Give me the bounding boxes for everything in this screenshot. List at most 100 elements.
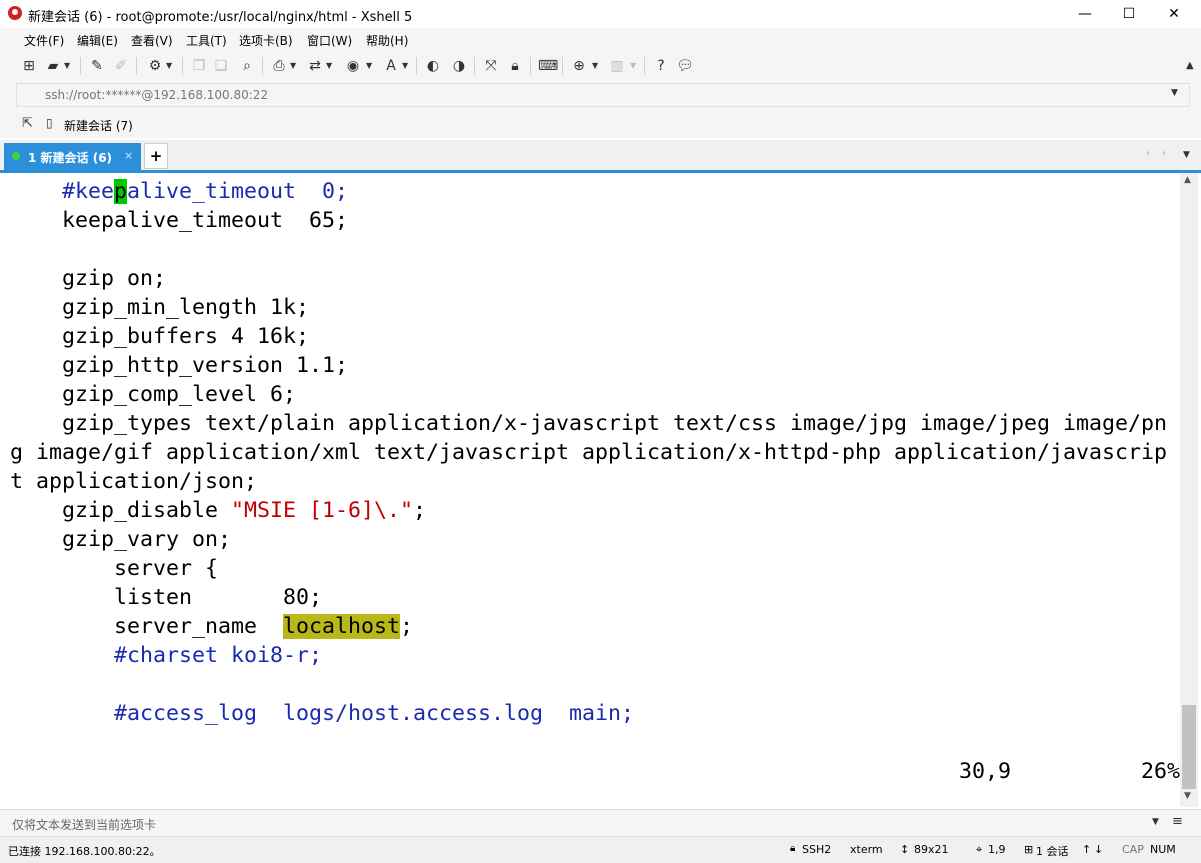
terminal-line: listen 80; xyxy=(10,583,322,612)
address-field[interactable]: ssh://root:******@192.168.100.80:22 ▼ xyxy=(16,83,1190,107)
globe-icon[interactable]: ◉ xyxy=(344,57,362,75)
compose-input[interactable]: 仅将文本发送到当前选项卡 xyxy=(12,816,156,833)
toolbar-separator xyxy=(136,57,137,75)
sessions-icon: ⊞ xyxy=(1024,843,1034,856)
fullscreen-icon[interactable]: ⤧ xyxy=(482,57,500,75)
chevron-down-icon[interactable]: ↓ xyxy=(1094,843,1103,856)
font-icon[interactable]: A xyxy=(382,57,400,75)
terminal-text: gzip_min_length 1k; xyxy=(10,295,310,320)
tab-bar xyxy=(0,140,1201,170)
status-bar: 已连接 192.168.100.80:22。 🔒︎ SSH2 xterm ↕ 8… xyxy=(0,836,1201,863)
toolbar-separator xyxy=(262,57,263,75)
chevron-down-icon[interactable]: ▼ xyxy=(402,57,408,75)
terminal-size-label: 89x21 xyxy=(914,843,949,856)
address-value: ssh://root:******@192.168.100.80:22 xyxy=(45,88,269,102)
terminal-line: 30,9 26% xyxy=(10,757,1180,786)
xshell-logo-icon xyxy=(8,6,22,20)
connection-status: 已连接 192.168.100.80:22。 xyxy=(8,845,161,858)
scroll-down-icon[interactable]: ▼ xyxy=(1184,791,1191,801)
lock-icon[interactable]: 🔒︎ xyxy=(506,57,524,75)
close-button[interactable]: ✕ xyxy=(1151,0,1197,28)
lock-icon: 🔒︎ xyxy=(790,843,796,854)
add-tab-button[interactable]: + xyxy=(144,143,168,169)
terminal-line: t application/json; xyxy=(10,467,257,496)
tab-close-icon[interactable]: × xyxy=(124,149,133,162)
chevron-up-icon[interactable]: ↑ xyxy=(1082,843,1091,856)
add-icon[interactable]: ⊕ xyxy=(570,57,588,75)
terminal-text: ; xyxy=(400,614,414,639)
scroll-up-icon[interactable]: ▲ xyxy=(1184,175,1191,185)
xshell-icon[interactable]: ◑ xyxy=(450,57,468,75)
session-link[interactable]: 新建会话 (7) xyxy=(64,117,133,134)
copy-icon[interactable]: ❐ xyxy=(190,57,208,75)
terminal-line: g image/gif application/xml text/javascr… xyxy=(10,438,1167,467)
terminal-text: gzip on; xyxy=(10,266,167,291)
new-session-icon[interactable]: ⊞ xyxy=(20,57,38,75)
terminal-text: gzip_http_version 1.1; xyxy=(10,353,349,378)
toolbar-overflow-icon[interactable]: ▲ xyxy=(1186,57,1194,75)
menu-view[interactable]: 查看(V) xyxy=(131,32,173,49)
menu-tabs[interactable]: 选项卡(B) xyxy=(239,32,293,49)
minimize-button[interactable]: — xyxy=(1062,0,1108,28)
terminal-text: #kee xyxy=(62,179,115,204)
session-arrow-icon[interactable]: ⇱ xyxy=(22,116,33,131)
chevron-down-icon[interactable]: ▼ xyxy=(1183,150,1190,160)
xftp-icon[interactable]: ◐ xyxy=(424,57,442,75)
menu-file[interactable]: 文件(F) xyxy=(24,32,64,49)
tab-scroll-right-icon[interactable]: › xyxy=(1162,148,1166,159)
chevron-down-icon[interactable]: ▼ xyxy=(64,57,70,75)
compose-menu-icon[interactable]: ≡ xyxy=(1172,814,1183,829)
toolbar-separator xyxy=(416,57,417,75)
menu-help[interactable]: 帮助(H) xyxy=(366,32,408,49)
terminal-line: gzip_types text/plain application/x-java… xyxy=(10,409,1167,438)
help-icon[interactable]: ? xyxy=(652,57,670,75)
terminal-line: gzip on; xyxy=(10,264,166,293)
session-bar: ⇱ ▯ 新建会话 (7) xyxy=(0,110,1201,138)
menu-tools[interactable]: 工具(T) xyxy=(186,32,227,49)
connect-icon[interactable]: ✎ xyxy=(88,57,106,75)
connection-status-icon xyxy=(12,152,20,160)
find-icon[interactable]: ⌕ xyxy=(238,57,256,75)
disconnect-icon[interactable]: ✐ xyxy=(112,57,130,75)
chevron-down-icon[interactable]: ▼ xyxy=(592,57,598,75)
chevron-down-icon[interactable]: ▼ xyxy=(290,57,296,75)
layout-icon[interactable]: ▥ xyxy=(608,57,626,75)
terminal-text: alive_timeout 0; xyxy=(127,179,349,204)
chevron-down-icon[interactable]: ▼ xyxy=(1152,817,1159,827)
terminal-type-label: xterm xyxy=(850,843,883,856)
search-highlight: localhost xyxy=(283,614,401,639)
tab-label: 1 新建会话 (6) xyxy=(28,151,113,165)
bookmark-icon[interactable]: ▯ xyxy=(46,116,53,130)
title-bar: 新建会话 (6) - root@promote:/usr/local/nginx… xyxy=(0,0,1201,29)
terminal-text: server_name xyxy=(10,614,284,639)
chevron-down-icon[interactable]: ▼ xyxy=(326,57,332,75)
terminal-output[interactable]: #keepalive_timeout 0; keepalive_timeout … xyxy=(4,173,1180,807)
print-icon[interactable]: ⎙ xyxy=(270,57,288,75)
tab-scroll-left-icon[interactable]: ‹ xyxy=(1146,148,1150,159)
tab-session-6[interactable]: 1 新建会话 (6) × xyxy=(4,143,141,170)
terminal-text: t application/json; xyxy=(10,469,258,494)
menu-edit[interactable]: 编辑(E) xyxy=(77,32,118,49)
terminal-line: gzip_buffers 4 16k; xyxy=(10,322,309,351)
keyboard-icon[interactable]: ⌨ xyxy=(538,57,558,75)
terminal-line: gzip_vary on; xyxy=(10,525,231,554)
maximize-button[interactable]: ☐ xyxy=(1106,0,1152,28)
terminal-line: keepalive_timeout 65; xyxy=(10,206,348,235)
chevron-down-icon[interactable]: ▼ xyxy=(366,57,372,75)
chevron-down-icon[interactable]: ▼ xyxy=(1171,88,1178,98)
chevron-down-icon[interactable]: ▼ xyxy=(166,57,172,75)
compose-bar[interactable]: 仅将文本发送到当前选项卡 ▼ ≡ xyxy=(0,809,1201,836)
toolbar-separator xyxy=(182,57,183,75)
cursor-position-label: 1,9 xyxy=(988,843,1006,856)
menu-window[interactable]: 窗口(W) xyxy=(307,32,352,49)
terminal-text: 30,9 26% xyxy=(10,759,1180,784)
chat-icon[interactable]: 💬︎ xyxy=(676,57,694,75)
open-folder-icon[interactable]: ▰ xyxy=(44,57,62,75)
paste-icon[interactable]: ❏ xyxy=(212,57,230,75)
properties-icon[interactable]: ⚙ xyxy=(146,57,164,75)
transfer-icon[interactable]: ⇄ xyxy=(306,57,324,75)
terminal-text: keepalive_timeout 65; xyxy=(10,208,349,233)
scrollbar-thumb[interactable] xyxy=(1182,705,1196,789)
chevron-down-icon[interactable]: ▼ xyxy=(630,57,636,75)
